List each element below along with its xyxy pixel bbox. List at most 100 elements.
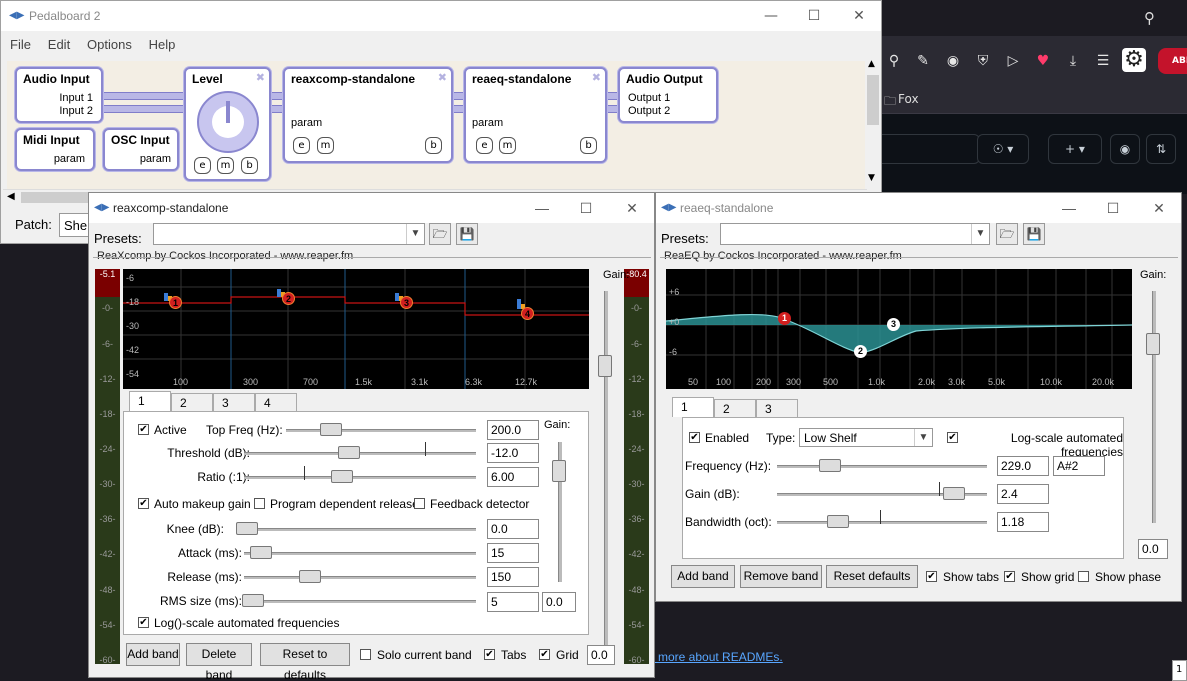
gain-db-slider-thumb[interactable] [943,487,965,500]
list-icon[interactable]: ☰ [1094,52,1112,70]
presets-dropdown[interactable]: ▼ [720,223,990,245]
scroll-down-icon[interactable]: ▼ [868,173,875,183]
band-tab[interactable]: 4 [255,393,297,411]
band-gain-field[interactable]: 0.0 [542,592,576,612]
band-tab[interactable]: 1 [129,391,171,411]
show-phase-checkbox[interactable] [1078,571,1089,582]
bypass-button[interactable]: b [241,157,258,174]
wire[interactable] [99,92,187,100]
mapping-button[interactable]: m [217,157,234,174]
program-release-checkbox[interactable] [254,498,265,509]
release-field[interactable]: 150 [487,567,539,587]
menu-edit[interactable]: Edit [39,31,70,52]
top-freq-field[interactable]: 200.0 [487,420,539,440]
download-icon[interactable]: ⤓ [1064,52,1082,70]
menu-help[interactable]: Help [140,31,176,52]
band-node[interactable]: 4 [521,307,534,320]
reset-defaults-button[interactable]: Reset to defaults [260,643,350,681]
solo-band-checkbox[interactable] [360,649,371,660]
readme-link[interactable]: n more about READMEs. [648,650,783,664]
minimize-button[interactable]: — [761,7,781,25]
show-tabs-checkbox[interactable]: ✔ [926,571,937,582]
reaeq-block[interactable]: reaeq-standalone ✖ param e m b [464,67,607,163]
maximize-button[interactable]: ☐ [576,199,596,217]
note-field[interactable]: A#2 [1053,456,1105,476]
release-slider-thumb[interactable] [299,570,321,583]
maximize-button[interactable]: ☐ [804,7,824,25]
active-checkbox[interactable]: ✔ [138,424,149,435]
eq-graph[interactable]: +6 +0 -6 50 100 200 300 500 1.0k 2.0k 3.0k 5.0k 10.0… [666,269,1132,389]
threshold-slider-thumb[interactable] [338,446,360,459]
osc-input-block[interactable]: OSC Input param [103,128,179,171]
band-gain-slider-thumb[interactable] [552,460,566,482]
audio-input-block[interactable]: Audio Input Input 1 Input 2 [15,67,103,123]
create-new-button[interactable]: + ▾ [1048,134,1102,164]
open-preset-button[interactable]: 🗁 [996,223,1018,245]
release-slider[interactable] [244,576,476,579]
heart-icon[interactable]: ♥ [1034,52,1052,70]
mapping-button[interactable]: m [499,137,516,154]
type-dropdown[interactable]: Low Shelf ▼ [799,428,933,447]
frequency-field[interactable]: 229.0 [997,456,1049,476]
band-node[interactable]: 2 [282,292,295,305]
edit-button[interactable]: e [194,157,211,174]
top-freq-slider[interactable] [286,429,476,432]
bypass-button[interactable]: b [425,137,442,154]
attack-field[interactable]: 15 [487,543,539,563]
settings-gear-icon[interactable]: ⚙ [1122,48,1146,72]
adblock-badge[interactable]: ABI [1158,48,1187,74]
knee-slider-thumb[interactable] [236,522,258,535]
open-preset-button[interactable]: 🗁 [429,223,451,245]
maximize-button[interactable]: ☐ [1103,199,1123,217]
shield-icon[interactable]: ⛨ [974,52,992,70]
frequency-slider-thumb[interactable] [819,459,841,472]
eq-band-node[interactable]: 1 [778,312,791,325]
band-node[interactable]: 1 [169,296,182,309]
output-gain-field[interactable]: 0.0 [1138,539,1168,559]
top-freq-slider-thumb[interactable] [320,423,342,436]
log-scale-checkbox[interactable]: ✔ [138,617,149,628]
bandwidth-slider-thumb[interactable] [827,515,849,528]
save-preset-button[interactable]: 💾 [456,223,478,245]
auto-makeup-checkbox[interactable]: ✔ [138,498,149,509]
output-gain-slider-thumb[interactable] [598,355,612,377]
ratio-slider[interactable] [244,476,476,479]
camera-icon[interactable]: ◉ [944,52,962,70]
remove-block-icon[interactable]: ✖ [592,71,601,84]
minimize-button[interactable]: — [532,199,552,217]
ratio-slider-thumb[interactable] [331,470,353,483]
close-button[interactable]: ✕ [622,199,642,217]
rms-size-slider-thumb[interactable] [242,594,264,607]
vertical-scrollbar[interactable]: ▲ ▼ [865,57,881,189]
edit-button[interactable]: e [293,137,310,154]
gain-db-field[interactable]: 2.4 [997,484,1049,504]
edit-button[interactable]: e [476,137,493,154]
menu-file[interactable]: File [1,31,31,52]
compressor-band-graph[interactable]: -6 -18 -30 -42 -54 100 300 700 1.5k 3.1k 6.3k 12.7k… [123,269,589,389]
remove-block-icon[interactable]: ✖ [438,71,447,84]
scroll-thumb[interactable] [867,75,879,125]
delete-band-button[interactable]: Delete band [186,643,252,681]
bookmark-folder[interactable]: Fox [898,92,919,106]
audio-output-block[interactable]: Audio Output Output 1 Output 2 [618,67,718,123]
level-block[interactable]: Level ✖ e m b [184,67,271,181]
mapping-button[interactable]: m [317,137,334,154]
grid-checkbox[interactable]: ✔ [539,649,550,660]
band-tab[interactable]: 2 [171,393,213,411]
band-tab[interactable]: 3 [756,399,798,417]
threshold-slider[interactable] [244,452,476,455]
log-scale-checkbox[interactable]: ✔ [947,432,958,443]
minimize-button[interactable]: — [1059,199,1079,217]
github-search-box[interactable] [872,134,980,164]
band-tab[interactable]: 1 [672,397,714,417]
search-icon[interactable]: ⚲ [1144,9,1155,27]
zoom-icon[interactable]: ⚲ [885,52,903,70]
add-band-button[interactable]: Add band [126,643,180,666]
enabled-checkbox[interactable]: ✔ [689,432,700,443]
attack-slider[interactable] [244,552,476,555]
reaxcomp-block[interactable]: reaxcomp-standalone ✖ param e m b [283,67,453,163]
close-button[interactable]: ✕ [849,7,869,25]
patch-canvas[interactable]: Audio Input Input 1 Input 2 Midi Input p… [7,61,865,189]
level-knob[interactable] [197,91,259,153]
menu-options[interactable]: Options [78,31,132,52]
